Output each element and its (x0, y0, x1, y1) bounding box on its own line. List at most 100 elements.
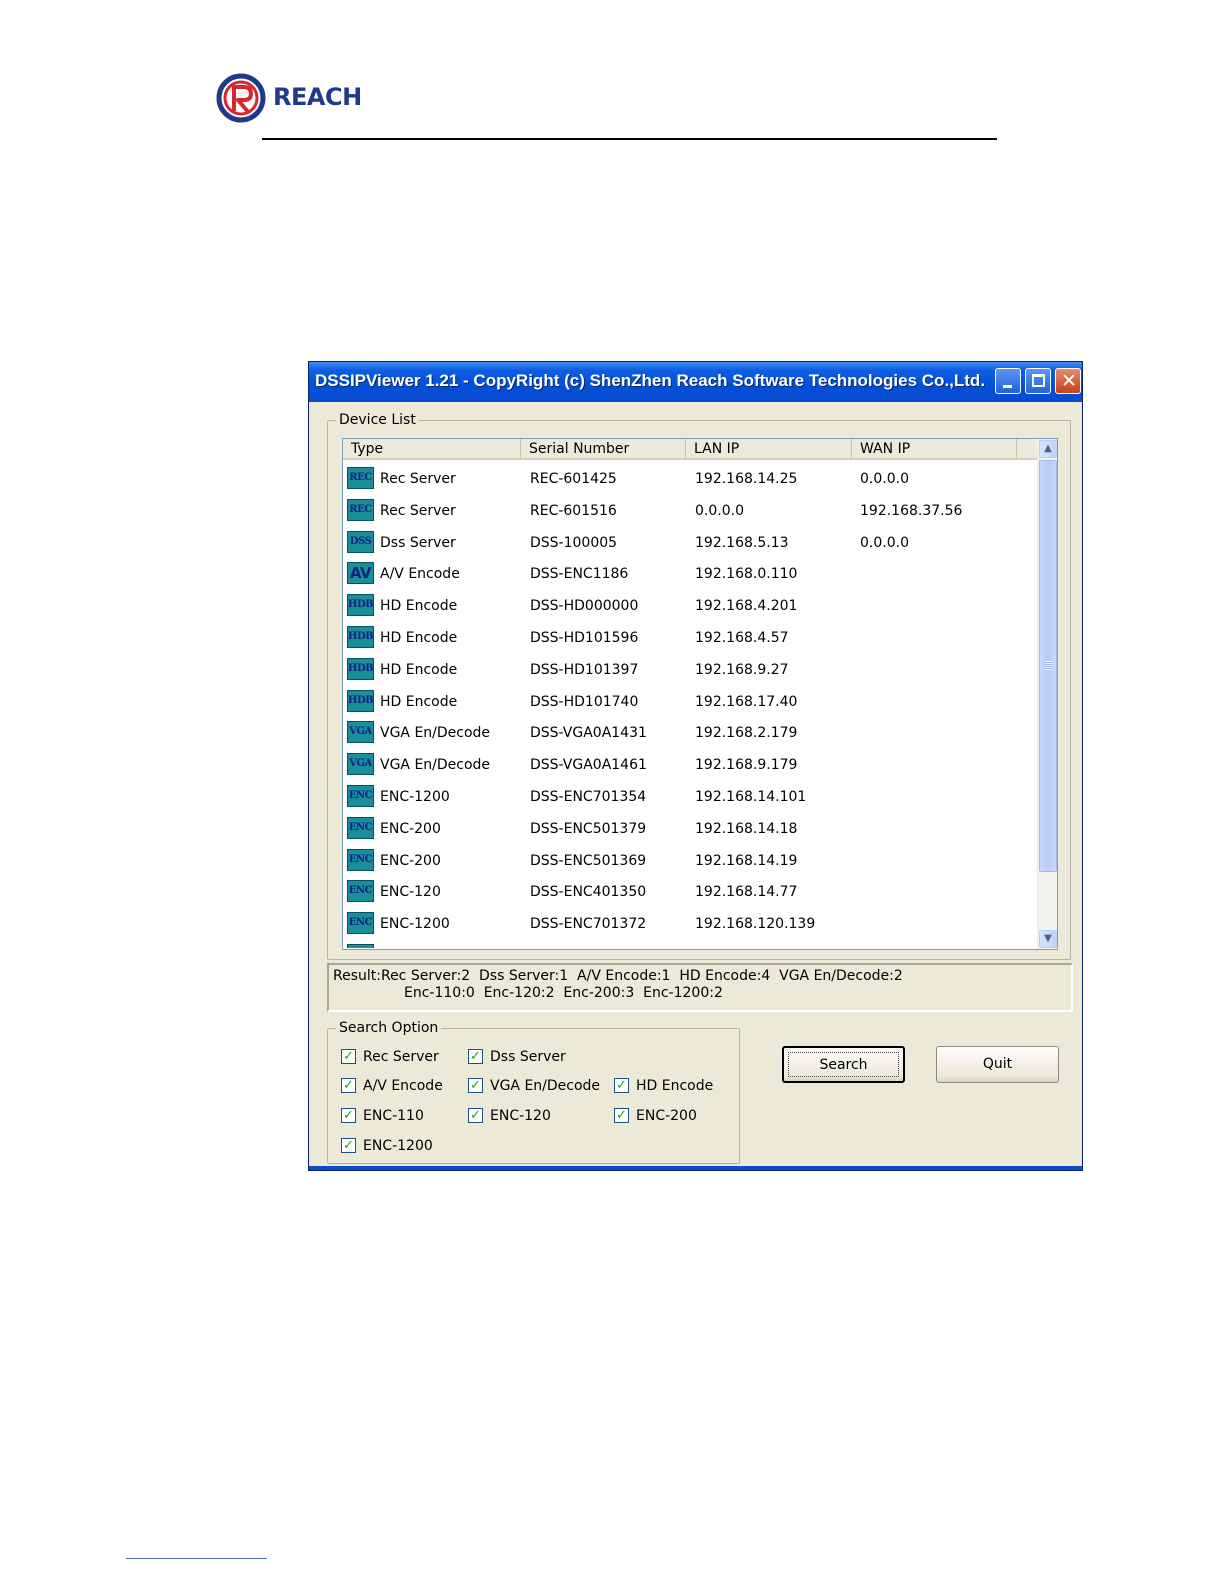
table-row[interactable]: DSS Dss Server DSS-100005 192.168.5.13 0.0.0… (343, 525, 1037, 557)
minimize-icon (1003, 385, 1012, 388)
cell-lan-ip: 192.168.17.40 (695, 693, 798, 710)
scroll-down-button[interactable]: ▼ (1039, 930, 1057, 948)
cell-lan-ip: 192.168.14.18 (695, 820, 798, 837)
quit-button-label: Quit (982, 1056, 1013, 1072)
cell-type: HD Encode (380, 629, 458, 646)
table-row-partial[interactable] (343, 938, 1037, 948)
checkbox-vga-en-decode[interactable]: ✓ (468, 1078, 483, 1093)
checkbox-hd-encode[interactable]: ✓ (614, 1078, 629, 1093)
table-row[interactable]: ENC ENC-1200 DSS-ENC701354 192.168.14.101 (343, 779, 1037, 811)
cell-serial: DSS-100005 (530, 534, 618, 551)
column-header-wan-ip[interactable]: WAN IP (852, 439, 1017, 460)
cell-wan-ip: 0.0.0.0 (860, 471, 909, 487)
cell-serial: DSS-ENC701372 (530, 916, 647, 933)
table-row[interactable]: ENC ENC-200 DSS-ENC501369 192.168.14.19 (343, 843, 1037, 875)
close-button[interactable]: ✕ (1055, 368, 1081, 394)
checkbox-dss-server[interactable]: ✓ (468, 1049, 483, 1064)
cell-lan-ip: 192.168.14.19 (695, 852, 798, 869)
vertical-scrollbar[interactable]: ▲ ▼ (1037, 439, 1057, 949)
cell-serial: REC-601425 (530, 471, 617, 487)
cell-type: Dss Server (380, 534, 456, 551)
table-row[interactable]: VGA VGA En/Decode DSS-VGA0A1431 192.168.2.1… (343, 715, 1037, 747)
cell-type: HD Encode (380, 661, 458, 678)
device-list-view[interactable]: Type Serial Number LAN IP WAN IP REC Rec … (342, 438, 1058, 950)
checkbox-enc-110[interactable]: ✓ (341, 1108, 356, 1123)
cell-type: HD Encode (380, 598, 458, 615)
cell-type: ENC-1200 (380, 916, 450, 933)
table-row[interactable]: HDB HD Encode DSS-HD000000 192.168.4.201 (343, 588, 1037, 620)
focus-rect (788, 1052, 899, 1077)
table-row[interactable]: ENC ENC-200 DSS-ENC501379 192.168.14.18 (343, 811, 1037, 843)
maximize-icon (1032, 374, 1045, 387)
cell-type: Rec Server (380, 471, 456, 487)
table-row[interactable]: REC Rec Server REC-601425 192.168.14.25 0.0.… (343, 461, 1037, 493)
result-box: Result:Rec Server:2 Dss Server:1 A/V Enc… (327, 963, 1073, 1012)
cell-type: Rec Server (380, 502, 456, 519)
maximize-button[interactable] (1025, 368, 1051, 394)
cell-type: A/V Encode (380, 566, 460, 583)
column-header-lan-ip[interactable]: LAN IP (686, 439, 852, 460)
table-row[interactable]: HDB HD Encode DSS-HD101397 192.168.9.27 (343, 652, 1037, 684)
option-label: ENC-120 (490, 1108, 551, 1124)
table-row[interactable]: HDB HD Encode DSS-HD101740 192.168.17.40 (343, 684, 1037, 716)
option-label: A/V Encode (363, 1078, 443, 1094)
checkbox-enc-1200[interactable]: ✓ (341, 1138, 356, 1153)
vga-encode-icon: VGA (347, 753, 374, 776)
cell-lan-ip: 192.168.4.201 (695, 598, 798, 615)
rec-server-icon: REC (347, 467, 374, 489)
cell-serial: DSS-ENC701354 (530, 788, 647, 805)
cell-serial: DSS-ENC401350 (530, 884, 647, 901)
cell-wan-ip: 0.0.0.0 (860, 534, 909, 551)
column-header-type[interactable]: Type (343, 439, 521, 460)
list-header: Type Serial Number LAN IP WAN IP (343, 439, 1037, 460)
cell-serial: DSS-HD101596 (530, 629, 639, 646)
enc-icon: ENC (347, 912, 374, 935)
cell-type: ENC-200 (380, 820, 441, 837)
title-bar[interactable]: DSSIPViewer 1.21 - CopyRight (c) ShenZhe… (309, 362, 1082, 402)
cell-lan-ip: 192.168.4.57 (695, 629, 789, 646)
cell-lan-ip: 192.168.14.25 (695, 471, 798, 487)
grip-icon (1045, 661, 1053, 670)
table-row[interactable]: ENC ENC-1200 DSS-ENC701372 192.168.120.139 (343, 906, 1037, 938)
column-header-serial-number[interactable]: Serial Number (521, 439, 686, 460)
enc-icon: ENC (347, 880, 374, 903)
rec-server-icon: REC (347, 498, 374, 521)
cell-type: HD Encode (380, 693, 458, 710)
footer-divider (126, 1558, 267, 1559)
cell-lan-ip: 192.168.5.13 (695, 534, 789, 551)
quit-button[interactable]: Quit (936, 1046, 1059, 1083)
table-row[interactable]: REC Rec Server REC-601516 0.0.0.0 192.168.37… (343, 493, 1037, 525)
logo-text: REACH (273, 83, 362, 111)
checkbox-av-encode[interactable]: ✓ (341, 1078, 356, 1093)
enc-icon: ENC (347, 848, 374, 871)
cell-lan-ip: 192.168.9.179 (695, 757, 798, 774)
cell-lan-ip: 192.168.0.110 (695, 566, 798, 583)
checkbox-rec-server[interactable]: ✓ (341, 1049, 356, 1064)
result-line-2: Enc-110:0 Enc-120:2 Enc-200:3 Enc-1200:2 (404, 985, 723, 1001)
reach-logo-icon (216, 73, 266, 123)
search-button[interactable]: Search (782, 1046, 905, 1083)
cell-serial: DSS-HD101397 (530, 661, 639, 678)
option-label: HD Encode (636, 1078, 714, 1094)
device-rows: REC Rec Server REC-601425 192.168.14.25 0.0.… (343, 461, 1037, 948)
scroll-thumb[interactable] (1039, 460, 1057, 872)
table-row[interactable]: VGA VGA En/Decode DSS-VGA0A1461 192.168.9.1… (343, 747, 1037, 779)
cell-serial: DSS-ENC1186 (530, 566, 629, 583)
cell-serial: REC-601516 (530, 502, 617, 519)
table-row[interactable]: AV A/V Encode DSS-ENC1186 192.168.0.110 (343, 556, 1037, 588)
cell-wan-ip: 192.168.37.56 (860, 502, 963, 519)
hd-encode-icon: HDB (347, 625, 374, 648)
device-list-group: Device List Type Serial Number LAN IP WA… (327, 411, 1071, 960)
enc-icon (347, 943, 374, 948)
dss-server-icon: DSS (347, 530, 374, 553)
scroll-up-button[interactable]: ▲ (1039, 440, 1057, 458)
cell-type: VGA En/Decode (380, 725, 491, 742)
table-row[interactable]: ENC ENC-120 DSS-ENC401350 192.168.14.77 (343, 874, 1037, 906)
option-label: ENC-1200 (363, 1138, 433, 1154)
checkbox-enc-120[interactable]: ✓ (468, 1108, 483, 1123)
table-row[interactable]: HDB HD Encode DSS-HD101596 192.168.4.57 (343, 620, 1037, 652)
checkbox-enc-200[interactable]: ✓ (614, 1108, 629, 1123)
minimize-button[interactable] (995, 368, 1021, 394)
cell-serial: DSS-HD101740 (530, 693, 639, 710)
cell-type: ENC-200 (380, 852, 441, 869)
